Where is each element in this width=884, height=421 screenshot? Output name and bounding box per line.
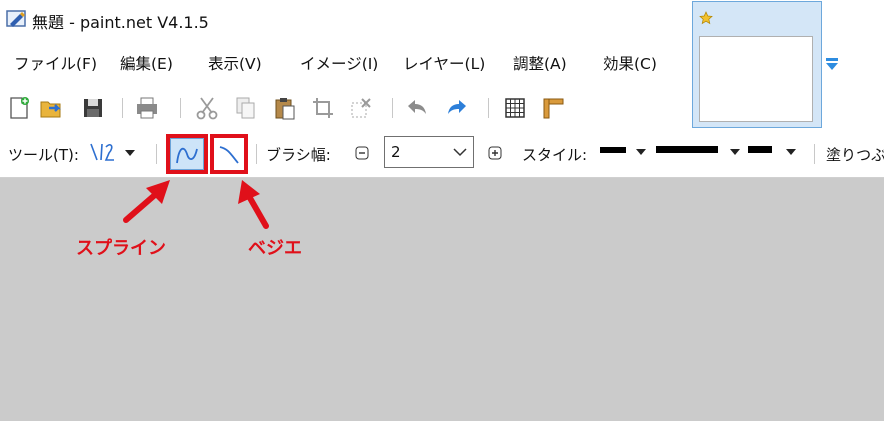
bezier-annotation-label: ベジエ: [248, 238, 302, 259]
window-title: 無題 - paint.net V4.1.5: [32, 13, 209, 32]
print-icon[interactable]: [134, 95, 160, 121]
grid-icon[interactable]: [502, 95, 528, 121]
brush-width-label: ブラシ幅:: [266, 146, 331, 164]
increase-width-icon[interactable]: [488, 146, 502, 160]
open-icon[interactable]: [38, 95, 64, 121]
copy-icon[interactable]: [232, 95, 258, 121]
line-end-style[interactable]: [748, 146, 772, 153]
toolbar-separator: [256, 144, 257, 164]
chevron-down-icon[interactable]: [824, 56, 840, 72]
brush-width-value: 2: [391, 143, 401, 161]
deselect-icon[interactable]: [348, 95, 374, 121]
menu-image[interactable]: イメージ(I): [300, 52, 378, 74]
spline-annotation-label: スプライン: [76, 238, 166, 259]
line-style-solid-thin[interactable]: [600, 147, 626, 153]
style-label: スタイル:: [522, 146, 588, 164]
star-icon: [699, 11, 713, 25]
paint-net-app-icon: [6, 10, 26, 27]
menu-adjustments[interactable]: 調整(A): [513, 52, 567, 74]
spline-highlight-box: [166, 134, 208, 174]
cut-icon[interactable]: [194, 95, 220, 121]
spline-annotation-arrow: [123, 180, 170, 223]
bezier-annotation-arrow: [238, 180, 269, 229]
save-icon[interactable]: [80, 95, 106, 121]
toolbar-separator: [488, 98, 489, 118]
ruler-icon[interactable]: [540, 95, 566, 121]
chevron-down-icon[interactable]: [124, 149, 136, 157]
tool-label: ツール(T):: [8, 146, 79, 164]
bezier-highlight-box: [210, 134, 248, 174]
floating-window-content: [699, 36, 813, 122]
decrease-width-icon[interactable]: [355, 146, 369, 160]
toolbar-separator: [122, 98, 123, 118]
fill-label: 塗りつぶ: [826, 146, 884, 164]
paste-icon[interactable]: [272, 95, 298, 121]
toolbar-separator: [392, 98, 393, 118]
redo-icon[interactable]: [444, 95, 470, 121]
line-style-solid-thick[interactable]: [656, 146, 718, 153]
menu-view[interactable]: 表示(V): [208, 52, 262, 74]
toolbar-separator: [156, 144, 157, 164]
chevron-down-icon[interactable]: [636, 149, 646, 156]
floating-tool-window[interactable]: [692, 1, 822, 128]
crop-icon[interactable]: [310, 95, 336, 121]
undo-icon[interactable]: [404, 95, 430, 121]
menu-file[interactable]: ファイル(F): [14, 52, 97, 74]
chevron-down-icon: [453, 148, 467, 157]
toolbar-separator: [814, 144, 815, 164]
brush-width-combo[interactable]: 2: [384, 136, 474, 168]
new-image-icon[interactable]: [6, 95, 32, 121]
chevron-down-icon[interactable]: [730, 149, 740, 156]
tool-options-bar: ツール(T): ブラシ幅: 2 スタイル: 塗りつぶ: [0, 130, 884, 178]
toolbar-separator: [180, 98, 181, 118]
menu-layers[interactable]: レイヤー(L): [403, 52, 485, 74]
chevron-down-icon[interactable]: [786, 149, 796, 156]
line-curve-tool-icon[interactable]: [88, 141, 118, 163]
menu-effects[interactable]: 効果(C): [603, 52, 657, 74]
menu-edit[interactable]: 編集(E): [120, 52, 173, 74]
